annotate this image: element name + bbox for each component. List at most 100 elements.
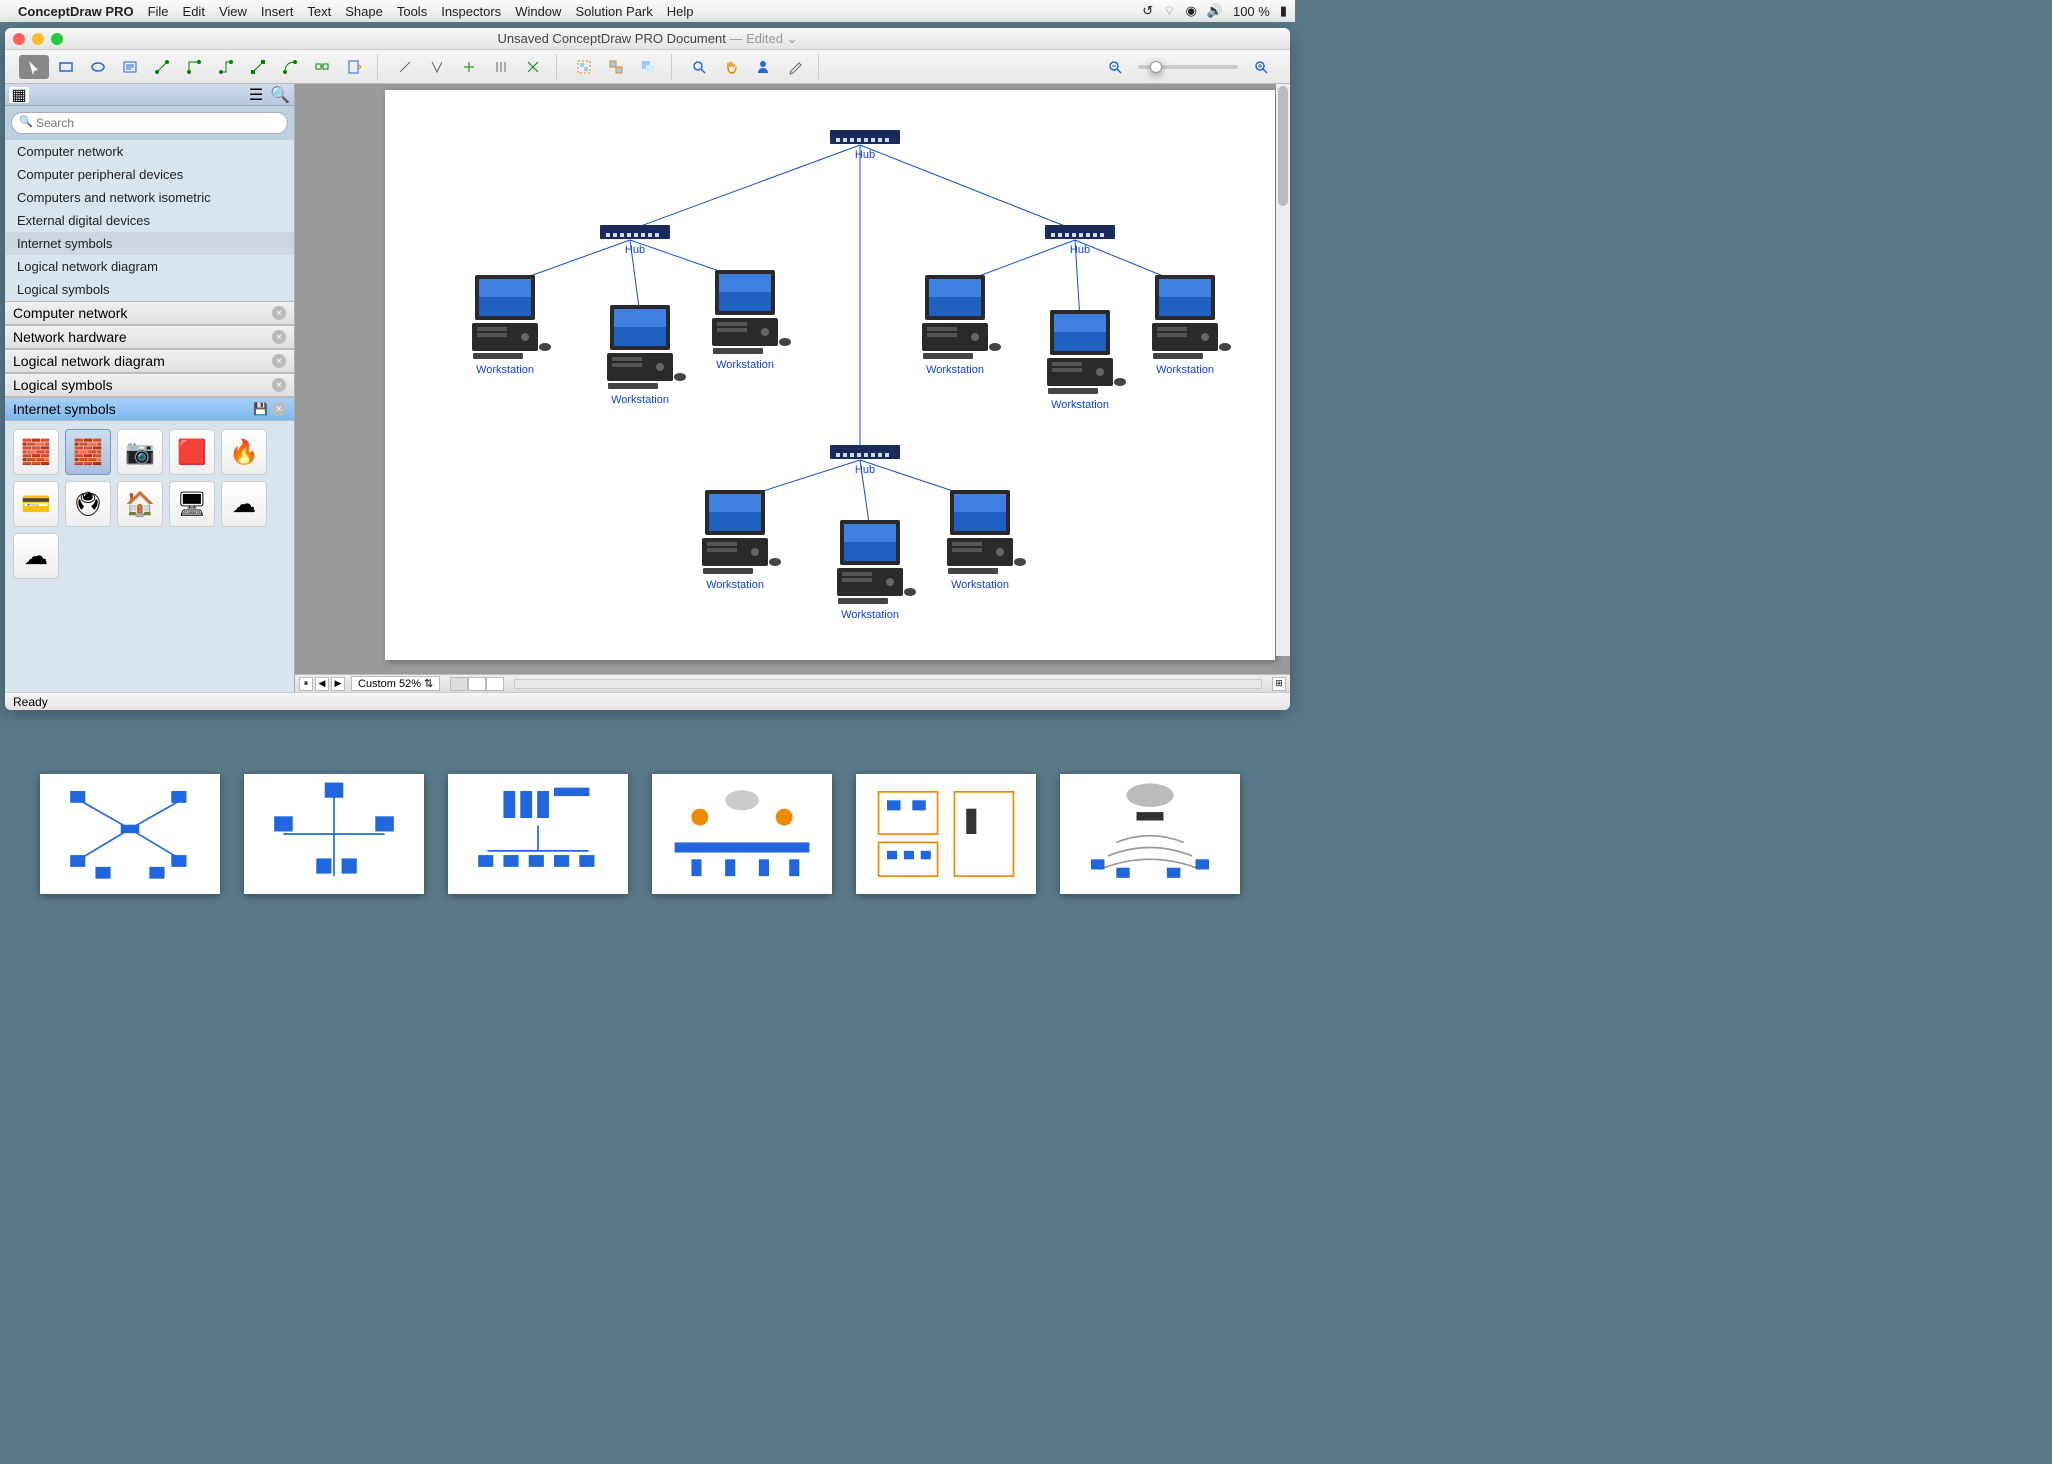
- workstation-node[interactable]: Workstation: [472, 275, 551, 376]
- workstation-node[interactable]: Workstation: [1152, 275, 1231, 376]
- menu-view[interactable]: View: [219, 4, 247, 19]
- app-name[interactable]: ConceptDraw PRO: [18, 4, 134, 19]
- library-item[interactable]: Logical network diagram: [5, 255, 294, 278]
- close-button[interactable]: [13, 33, 25, 45]
- connector-tool-5[interactable]: [275, 55, 305, 79]
- page[interactable]: HubHubHubHubWorkstationWorkstationWorkst…: [385, 90, 1275, 660]
- shape-cloud2[interactable]: ☁: [13, 533, 59, 579]
- connector-tool-1[interactable]: [147, 55, 177, 79]
- shape-server[interactable]: 🖥: [169, 481, 215, 527]
- thumbnail[interactable]: [244, 774, 424, 894]
- menu-help[interactable]: Help: [667, 4, 694, 19]
- bluetooth-icon[interactable]: ⌔: [1163, 3, 1175, 19]
- smart-connector-2[interactable]: [422, 55, 452, 79]
- library-item[interactable]: Computers and network isometric: [5, 186, 294, 209]
- workstation-node[interactable]: Workstation: [837, 520, 916, 621]
- open-library[interactable]: Network hardware×: [5, 325, 294, 349]
- pause-icon[interactable]: ⏸: [299, 677, 313, 691]
- menu-tools[interactable]: Tools: [397, 4, 427, 19]
- close-icon[interactable]: ×: [272, 378, 286, 392]
- connector-tool-6[interactable]: [307, 55, 337, 79]
- vertical-scrollbar[interactable]: [1276, 84, 1290, 656]
- shape-firewall-flat[interactable]: 🟥: [169, 429, 215, 475]
- open-library[interactable]: Logical symbols×: [5, 373, 294, 397]
- wifi-icon[interactable]: ◉: [1185, 3, 1196, 19]
- workstation-node[interactable]: Workstation: [712, 270, 791, 371]
- fullscreen-button[interactable]: [51, 33, 63, 45]
- open-library[interactable]: Computer network×: [5, 301, 294, 325]
- workstation-node[interactable]: Workstation: [922, 275, 1001, 376]
- library-item[interactable]: Computer network: [5, 140, 294, 163]
- shape-flame[interactable]: 🔥: [221, 429, 267, 475]
- shape-firewall-3d[interactable]: 🧱: [65, 429, 111, 475]
- minimize-button[interactable]: [32, 33, 44, 45]
- open-library[interactable]: Logical network diagram×: [5, 349, 294, 373]
- smart-connector-1[interactable]: [390, 55, 420, 79]
- thumbnail[interactable]: [448, 774, 628, 894]
- text-tool[interactable]: [115, 55, 145, 79]
- workstation-node[interactable]: Workstation: [947, 490, 1026, 591]
- horizontal-scrollbar[interactable]: [514, 679, 1262, 689]
- pointer-tool[interactable]: [19, 55, 49, 79]
- volume-icon[interactable]: 🔊: [1207, 3, 1223, 19]
- shape-card[interactable]: 💳: [13, 481, 59, 527]
- save-icon[interactable]: 💾: [253, 402, 268, 416]
- connector-tool-4[interactable]: [243, 55, 273, 79]
- canvas[interactable]: HubHubHubHubWorkstationWorkstationWorkst…: [295, 84, 1290, 674]
- shape-home[interactable]: 🏠: [117, 481, 163, 527]
- thumbnail[interactable]: [40, 774, 220, 894]
- thumbnail[interactable]: [1060, 774, 1240, 894]
- next-page-button[interactable]: ▶: [331, 677, 345, 691]
- sidebar-tab-search-icon[interactable]: 🔍: [270, 87, 290, 103]
- menu-insert[interactable]: Insert: [261, 4, 294, 19]
- shape-cloud[interactable]: ☁: [221, 481, 267, 527]
- hub-node[interactable]: Hub: [830, 445, 900, 476]
- shape-camera[interactable]: 📷: [117, 429, 163, 475]
- close-icon[interactable]: ×: [272, 354, 286, 368]
- search-input[interactable]: [11, 112, 288, 134]
- shape-webcam[interactable]: 🖲: [65, 481, 111, 527]
- hub-node[interactable]: Hub: [1045, 225, 1115, 256]
- thumbnail[interactable]: [652, 774, 832, 894]
- sidebar-tab-list-icon[interactable]: ☰: [246, 87, 266, 103]
- close-icon[interactable]: ×: [272, 306, 286, 320]
- person-tool[interactable]: [748, 55, 778, 79]
- workstation-node[interactable]: Workstation: [1047, 310, 1126, 411]
- thumbnail[interactable]: [856, 774, 1036, 894]
- menu-text[interactable]: Text: [307, 4, 331, 19]
- sidebar-tab-libraries[interactable]: ▦: [9, 87, 29, 103]
- menu-shape[interactable]: Shape: [345, 4, 383, 19]
- distribute-tool[interactable]: [518, 55, 548, 79]
- connector-tool-3[interactable]: [211, 55, 241, 79]
- zoom-slider[interactable]: [1138, 65, 1238, 69]
- library-item[interactable]: Computer peripheral devices: [5, 163, 294, 186]
- ungroup-tool[interactable]: [601, 55, 631, 79]
- chevron-down-icon[interactable]: ⌄: [787, 31, 798, 46]
- open-library-active[interactable]: Internet symbols💾×: [5, 397, 294, 421]
- combine-tool[interactable]: [633, 55, 663, 79]
- ellipse-tool[interactable]: [83, 55, 113, 79]
- library-item[interactable]: External digital devices: [5, 209, 294, 232]
- history-icon[interactable]: ↺: [1142, 3, 1153, 19]
- zoom-tool[interactable]: [684, 55, 714, 79]
- workstation-node[interactable]: Workstation: [702, 490, 781, 591]
- battery-icon[interactable]: ▮: [1280, 3, 1287, 19]
- shape-firewall[interactable]: 🧱: [13, 429, 59, 475]
- zoom-dropdown[interactable]: Custom 52% ⇅: [351, 676, 440, 691]
- group-tool[interactable]: [569, 55, 599, 79]
- zoom-out-button[interactable]: [1100, 55, 1130, 79]
- workstation-node[interactable]: Workstation: [607, 305, 686, 406]
- rectangle-tool[interactable]: [51, 55, 81, 79]
- page-tab[interactable]: [486, 677, 504, 691]
- new-page-tool[interactable]: [339, 55, 369, 79]
- eyedropper-tool[interactable]: [780, 55, 810, 79]
- zoom-in-button[interactable]: [1246, 55, 1276, 79]
- titlebar[interactable]: Unsaved ConceptDraw PRO Document — Edite…: [5, 28, 1290, 50]
- page-tab[interactable]: [450, 677, 468, 691]
- library-item[interactable]: Internet symbols: [5, 232, 294, 255]
- close-icon[interactable]: ×: [272, 330, 286, 344]
- menu-file[interactable]: File: [148, 4, 169, 19]
- menu-solutionpark[interactable]: Solution Park: [575, 4, 652, 19]
- align-tool[interactable]: [486, 55, 516, 79]
- prev-page-button[interactable]: ◀: [315, 677, 329, 691]
